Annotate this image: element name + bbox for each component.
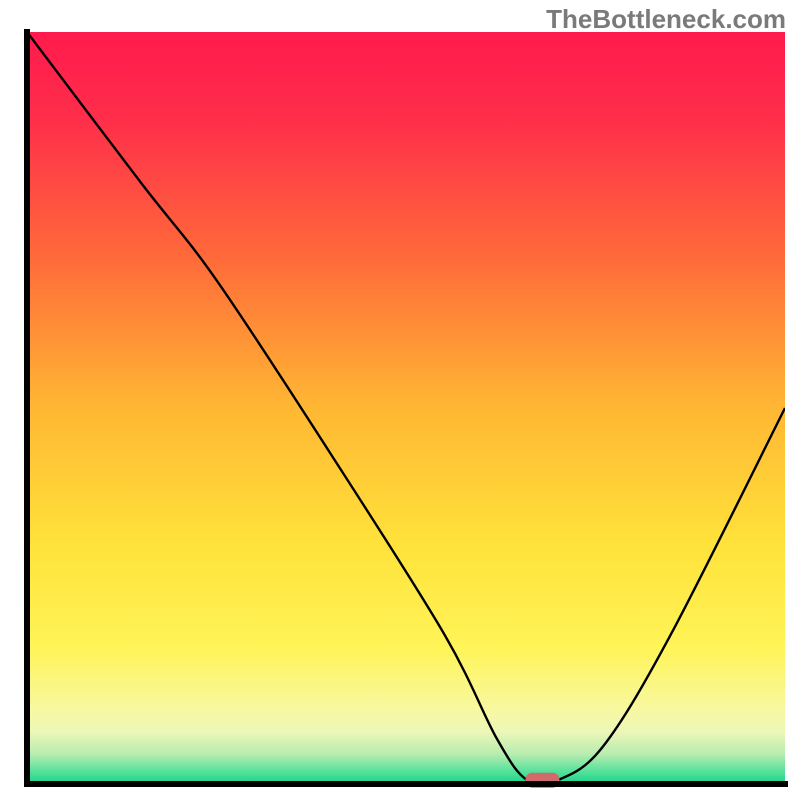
plot-background <box>27 32 785 784</box>
bottleneck-chart <box>0 0 800 800</box>
watermark-text: TheBottleneck.com <box>546 4 786 35</box>
